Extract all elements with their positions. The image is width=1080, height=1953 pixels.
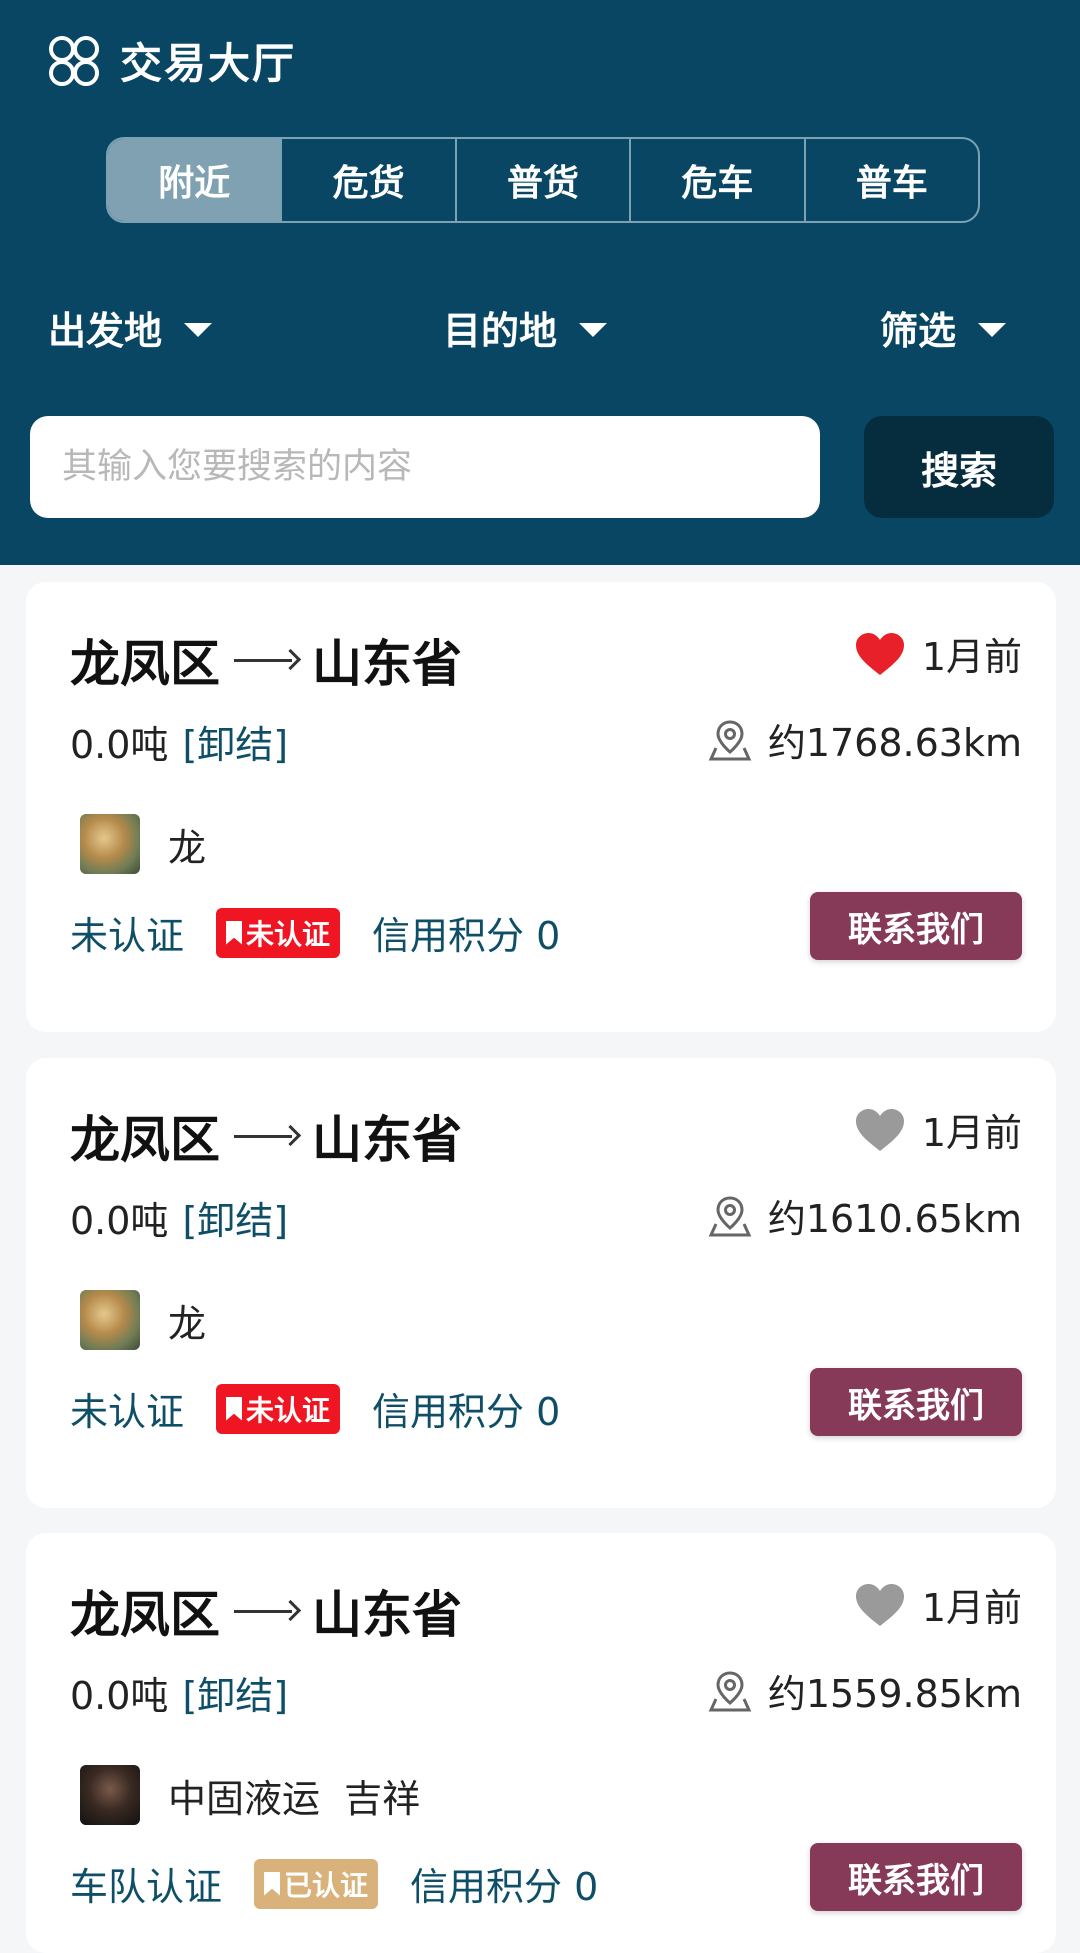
- post-time: 1月前: [921, 1111, 1022, 1155]
- chevron-down-icon: [184, 322, 213, 337]
- page-title: 交易大厅: [120, 39, 297, 88]
- header: 交易大厅 附近 危货 普货 危车 普车 出发地 目的地 筛选 搜索: [0, 0, 1080, 565]
- chevron-down-icon: [978, 322, 1007, 337]
- cert-row: 未认证 未认证 信用积分 0: [70, 905, 560, 960]
- credit-score: 信用积分 0: [372, 1390, 561, 1434]
- map-pin-icon: [708, 719, 752, 760]
- destination-filter[interactable]: 目的地: [443, 300, 608, 355]
- route-destination: 山东省: [312, 635, 462, 693]
- favorite-time: 1月前: [854, 1102, 1022, 1157]
- app-title: 交易大厅: [46, 30, 296, 91]
- screen-filter[interactable]: 筛选: [880, 300, 1007, 355]
- contact-button[interactable]: 联系我们: [810, 1843, 1022, 1911]
- route-destination: 山东省: [312, 1586, 462, 1644]
- user-name: 中固液运 吉祥: [168, 1776, 421, 1821]
- user-name: 龙: [168, 1301, 207, 1346]
- user-row: 中固液运 吉祥: [80, 1765, 420, 1825]
- post-time: 1月前: [921, 635, 1022, 679]
- distance: 约1768.63km: [708, 712, 1022, 767]
- payment-tag: [卸结]: [182, 1199, 289, 1243]
- avatar: [80, 814, 140, 874]
- payment-tag: [卸结]: [182, 723, 289, 767]
- map-pin-icon: [708, 1195, 752, 1236]
- contact-button[interactable]: 联系我们: [810, 892, 1022, 960]
- status-badge-label: 未认证: [246, 1393, 331, 1427]
- route-origin: 龙凤区: [70, 635, 220, 693]
- route-destination: 山东省: [312, 1111, 462, 1169]
- post-time: 1月前: [921, 1586, 1022, 1630]
- tab-dangerous-goods[interactable]: 危货: [282, 139, 457, 221]
- tab-general-goods[interactable]: 普货: [457, 139, 632, 221]
- listing-card: 龙凤区 山东省 1月前 0.0吨 [卸结] 约1559.85km 中固液运 吉祥 …: [26, 1533, 1056, 1953]
- weight-line: 0.0吨 [卸结]: [70, 1665, 288, 1720]
- distance: 约1559.85km: [708, 1663, 1022, 1718]
- status-badge: 未认证: [216, 1383, 341, 1434]
- app-logo-icon: [49, 35, 99, 86]
- payment-tag: [卸结]: [182, 1674, 289, 1718]
- distance-value: 约1610.65km: [767, 1197, 1022, 1241]
- destination-filter-label: 目的地: [443, 309, 558, 353]
- avatar: [80, 1765, 140, 1825]
- avatar: [80, 1290, 140, 1350]
- origin-filter-label: 出发地: [48, 309, 163, 353]
- heart-icon[interactable]: [854, 1582, 906, 1628]
- route: 龙凤区 山东省: [70, 1100, 462, 1172]
- heart-icon[interactable]: [854, 1107, 906, 1153]
- contact-button[interactable]: 联系我们: [810, 1368, 1022, 1436]
- favorite-time: 1月前: [854, 1577, 1022, 1632]
- listing-card: 龙凤区 山东省 1月前 0.0吨 [卸结] 约1610.65km 龙 未认证 未认…: [26, 1058, 1056, 1508]
- weight-line: 0.0吨 [卸结]: [70, 714, 288, 769]
- arrow-right-icon: [234, 650, 298, 670]
- user-row: 龙: [80, 814, 206, 874]
- filter-bar: 出发地 目的地 筛选: [48, 300, 1032, 370]
- bookmark-icon: [264, 1871, 281, 1896]
- weight-line: 0.0吨 [卸结]: [70, 1190, 288, 1245]
- listing-card: 龙凤区 山东省 1月前 0.0吨 [卸结] 约1768.63km 龙 未认证 未认…: [26, 582, 1056, 1032]
- tab-nearby[interactable]: 附近: [108, 139, 283, 221]
- route: 龙凤区 山东省: [70, 624, 462, 696]
- tab-general-vehicles[interactable]: 普车: [806, 139, 978, 221]
- arrow-right-icon: [234, 1126, 298, 1146]
- distance: 约1610.65km: [708, 1188, 1022, 1243]
- search-input[interactable]: [30, 416, 820, 518]
- weight: 0.0吨: [70, 723, 169, 767]
- status-badge-label: 未认证: [246, 917, 331, 951]
- cert-status: 未认证: [70, 914, 185, 958]
- origin-filter[interactable]: 出发地: [48, 300, 213, 355]
- distance-value: 约1559.85km: [767, 1672, 1022, 1716]
- favorite-time: 1月前: [854, 626, 1022, 681]
- map-pin-icon: [708, 1670, 752, 1711]
- category-tabs: 附近 危货 普货 危车 普车: [106, 137, 980, 223]
- cert-row: 车队认证 已认证 信用积分 0: [70, 1856, 598, 1911]
- bookmark-icon: [226, 920, 243, 945]
- credit-score: 信用积分 0: [372, 914, 561, 958]
- search-button[interactable]: 搜索: [864, 416, 1054, 518]
- screen-filter-label: 筛选: [880, 309, 957, 353]
- weight: 0.0吨: [70, 1674, 169, 1718]
- route-origin: 龙凤区: [70, 1111, 220, 1169]
- user-name: 龙: [168, 825, 207, 870]
- status-badge: 未认证: [216, 907, 341, 958]
- cert-status: 车队认证: [70, 1865, 223, 1909]
- user-row: 龙: [80, 1290, 206, 1350]
- cert-status: 未认证: [70, 1390, 185, 1434]
- status-badge-label: 已认证: [284, 1868, 369, 1902]
- tab-dangerous-vehicles[interactable]: 危车: [631, 139, 806, 221]
- cert-row: 未认证 未认证 信用积分 0: [70, 1381, 560, 1436]
- heart-icon[interactable]: [854, 631, 906, 677]
- chevron-down-icon: [579, 322, 608, 337]
- bookmark-icon: [226, 1396, 243, 1421]
- credit-score: 信用积分 0: [410, 1865, 599, 1909]
- route-origin: 龙凤区: [70, 1586, 220, 1644]
- route: 龙凤区 山东省: [70, 1575, 462, 1647]
- distance-value: 约1768.63km: [767, 721, 1022, 765]
- arrow-right-icon: [234, 1601, 298, 1621]
- status-badge: 已认证: [254, 1858, 379, 1909]
- weight: 0.0吨: [70, 1199, 169, 1243]
